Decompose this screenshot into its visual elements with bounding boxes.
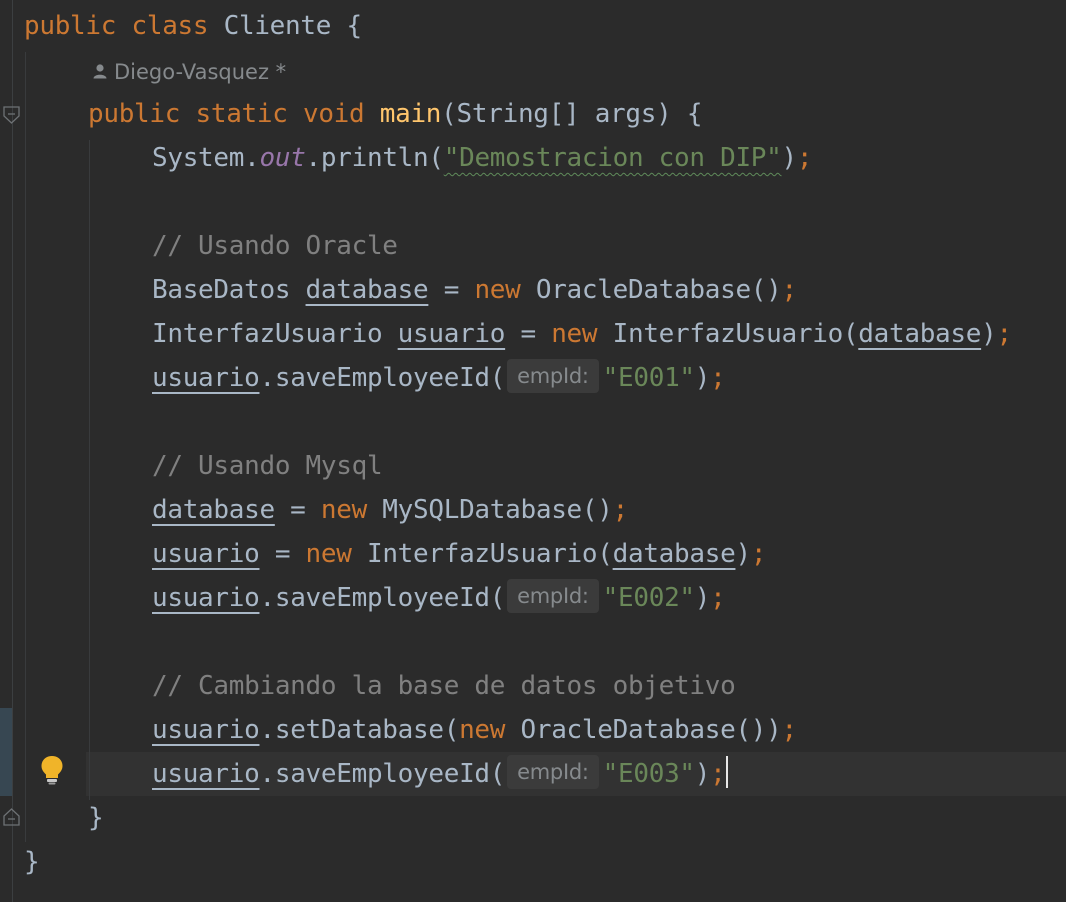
author-name: Diego-Vasquez * xyxy=(114,60,287,84)
semicolon: ; xyxy=(710,583,726,613)
brace: } xyxy=(24,847,40,877)
parameter-hint: empId: xyxy=(507,578,599,613)
method-call: .saveEmployeeId( xyxy=(259,363,506,393)
fold-end-marker-icon[interactable] xyxy=(3,808,20,826)
code-line-3[interactable]: public static void main(String[] args) { xyxy=(88,92,702,136)
code-text: InterfazUsuario( xyxy=(351,539,613,569)
code-line-14[interactable]: usuario.saveEmployeeId(empId: "E002"); xyxy=(152,576,726,620)
type-name: InterfazUsuario xyxy=(152,319,398,349)
variable: database xyxy=(305,275,429,305)
variable: database xyxy=(858,319,982,349)
user-icon xyxy=(93,64,107,79)
code-line-11[interactable]: // Usando Mysql xyxy=(152,444,383,488)
code-line-6[interactable]: // Usando Oracle xyxy=(152,224,398,268)
method-name: main xyxy=(379,99,442,129)
code-text: ) xyxy=(781,143,798,173)
keyword: public xyxy=(88,99,181,129)
keyword: new xyxy=(551,319,598,349)
text-caret xyxy=(725,755,728,788)
string-literal: "E001" xyxy=(602,363,695,393)
brace: { xyxy=(331,11,362,41)
operator: = xyxy=(259,539,306,569)
keyword: new xyxy=(320,495,367,525)
code-text: ) xyxy=(694,363,711,393)
semicolon: ; xyxy=(612,495,629,525)
indent-guide xyxy=(25,52,26,842)
string-literal: "E003" xyxy=(602,759,695,789)
code-text: System. xyxy=(152,143,260,173)
code-line-8[interactable]: InterfazUsuario usuario = new InterfazUs… xyxy=(152,312,1012,356)
semicolon: ; xyxy=(996,319,1012,349)
code-text: ) xyxy=(981,319,997,349)
variable: usuario xyxy=(152,759,260,789)
operator: = xyxy=(274,495,321,525)
code-line-4[interactable]: System.out.println("Demostracion con DIP… xyxy=(152,136,813,180)
code-line-9[interactable]: usuario.saveEmployeeId(empId: "E001"); xyxy=(152,356,726,400)
variable: usuario xyxy=(397,319,506,349)
class-name: Cliente xyxy=(223,11,332,41)
variable: usuario xyxy=(152,539,260,569)
static-field: out xyxy=(259,143,306,173)
code-line-18[interactable]: usuario.saveEmployeeId(empId: "E003"); xyxy=(152,752,728,796)
keyword: new xyxy=(474,275,521,305)
string-literal: "E002" xyxy=(602,583,695,613)
method-call: .setDatabase( xyxy=(259,715,460,745)
keyword: class xyxy=(131,11,209,41)
gutter-divider xyxy=(12,0,13,902)
lightbulb-icon[interactable] xyxy=(40,755,64,785)
code-line-13[interactable]: usuario = new InterfazUsuario(database); xyxy=(152,532,766,576)
signature: (String[] args) { xyxy=(441,99,703,129)
type-name: BaseDatos xyxy=(152,275,306,305)
method-call: .saveEmployeeId( xyxy=(259,583,506,613)
code-line-1[interactable]: public class Cliente { xyxy=(24,4,362,48)
keyword: void xyxy=(302,99,365,129)
brace: } xyxy=(88,803,104,833)
vcs-change-marker[interactable] xyxy=(0,708,12,796)
code-text: ) xyxy=(694,759,711,789)
variable: usuario xyxy=(152,715,260,745)
code-text: MySQLDatabase() xyxy=(366,495,613,525)
code-text: OracleDatabase() xyxy=(520,275,782,305)
keyword: new xyxy=(305,539,352,569)
semicolon: ; xyxy=(710,759,726,789)
keyword: new xyxy=(459,715,506,745)
code-line-12[interactable]: database = new MySQLDatabase(); xyxy=(152,488,628,532)
comment: // Cambiando la base de datos objetivo xyxy=(152,671,736,701)
code-line-7[interactable]: BaseDatos database = new OracleDatabase(… xyxy=(152,268,797,312)
code-text: ) xyxy=(694,583,711,613)
parameter-hint: empId: xyxy=(507,754,599,789)
author-inlay-hint[interactable]: Diego-Vasquez * xyxy=(92,54,286,90)
semicolon: ; xyxy=(710,363,726,393)
code-text: ) xyxy=(735,539,751,569)
indent-guide xyxy=(89,140,90,800)
code-line-17[interactable]: usuario.setDatabase(new OracleDatabase()… xyxy=(152,708,797,752)
variable: usuario xyxy=(152,583,260,613)
variable: usuario xyxy=(152,363,260,393)
semicolon: ; xyxy=(796,143,813,173)
method-call: .saveEmployeeId( xyxy=(259,759,506,789)
parameter-hint: empId: xyxy=(507,358,599,393)
semicolon: ; xyxy=(781,275,798,305)
code-text: .println( xyxy=(305,143,444,173)
code-text: OracleDatabase()) xyxy=(505,715,782,745)
fold-marker-icon[interactable] xyxy=(3,106,20,124)
operator: = xyxy=(505,319,552,349)
variable: database xyxy=(612,539,736,569)
variable: database xyxy=(152,495,275,525)
comment: // Usando Mysql xyxy=(152,451,383,481)
code-text: InterfazUsuario( xyxy=(597,319,859,349)
keyword: static xyxy=(195,99,288,129)
semicolon: ; xyxy=(750,539,767,569)
code-line-19[interactable]: } xyxy=(88,796,104,840)
string-literal: "Demostracion con DIP" xyxy=(443,143,782,173)
operator: = xyxy=(428,275,475,305)
semicolon: ; xyxy=(781,715,798,745)
code-line-20[interactable]: } xyxy=(24,840,40,884)
keyword: public xyxy=(24,11,117,41)
comment: // Usando Oracle xyxy=(152,231,398,261)
code-line-16[interactable]: // Cambiando la base de datos objetivo xyxy=(152,664,736,708)
